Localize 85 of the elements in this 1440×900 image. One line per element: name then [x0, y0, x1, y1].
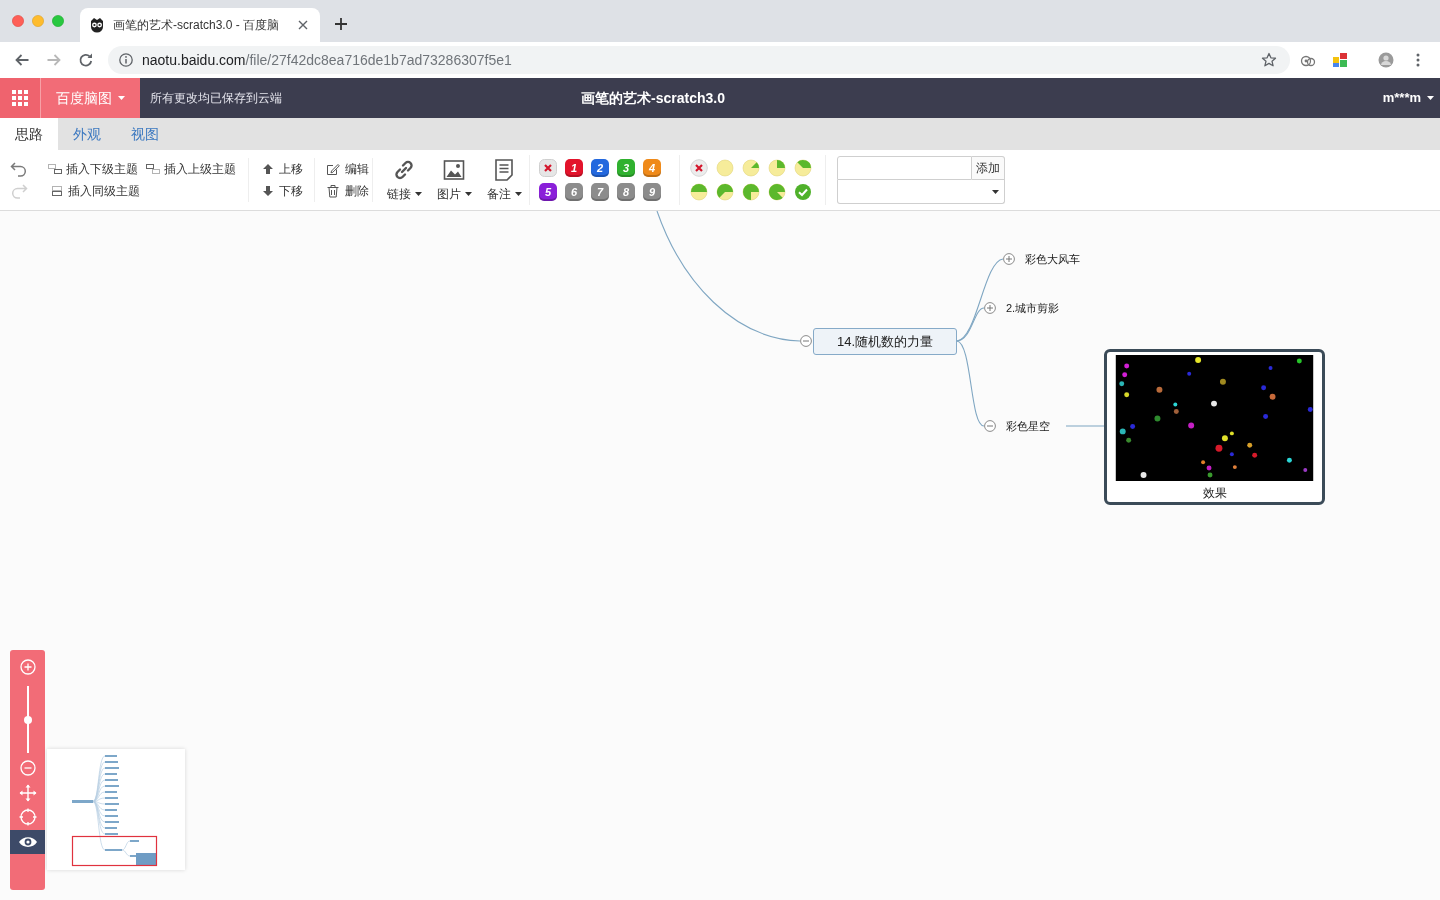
target-icon[interactable]	[18, 808, 37, 826]
topic-boxes-icon	[48, 164, 62, 174]
star-icon[interactable]	[1261, 52, 1277, 68]
topic-boxes-icon	[50, 186, 64, 196]
image-node[interactable]: 效果	[1104, 349, 1325, 505]
progress-pie-icon[interactable]	[742, 159, 760, 177]
expand-icon[interactable]	[984, 302, 996, 314]
grid-icon	[12, 90, 28, 106]
maximize-window-icon[interactable]	[52, 15, 64, 27]
minimize-window-icon[interactable]	[32, 15, 44, 27]
edit-button[interactable]: 编辑	[326, 158, 372, 180]
connector-line	[1065, 425, 1105, 427]
caret-icon	[1427, 96, 1434, 100]
caret-icon	[118, 96, 125, 100]
collapse-icon[interactable]	[984, 420, 996, 432]
arrow-down-icon	[262, 185, 274, 197]
progress-pie-icon[interactable]	[768, 183, 786, 201]
image-button[interactable]: 图片	[429, 157, 479, 203]
address-bar[interactable]: naotu.baidu.com/file/27f42dc8ea716de1b7ad73286307f5e1	[108, 46, 1290, 74]
minimap-toggle-button[interactable]	[10, 830, 45, 854]
back-icon[interactable]	[14, 52, 30, 68]
progress-pie-icon[interactable]	[716, 183, 734, 201]
subtopic-node[interactable]: 彩色大风车	[1025, 251, 1080, 267]
reload-icon[interactable]	[78, 52, 94, 68]
caret-icon	[514, 191, 522, 196]
caret-icon	[464, 191, 472, 196]
slider-thumb[interactable]	[23, 715, 32, 724]
tab[interactable]: 外观	[58, 118, 116, 150]
priority-button[interactable]: 2	[591, 159, 609, 177]
undo-icon[interactable]	[10, 161, 28, 177]
subtopic-node[interactable]: 彩色星空	[1006, 418, 1050, 434]
clear-icon[interactable]	[539, 159, 557, 177]
insert-parent-button[interactable]: 插入上级主题	[146, 160, 236, 178]
info-icon[interactable]	[119, 53, 133, 67]
progress-pie-icon[interactable]	[794, 159, 812, 177]
move-up-button[interactable]: 上移	[262, 158, 314, 180]
trash-icon	[326, 184, 340, 198]
move-arrows-icon[interactable]	[18, 784, 37, 802]
document-title: 画笔的艺术-scratch3.0	[581, 88, 725, 108]
tab[interactable]: 视图	[116, 118, 174, 150]
collapse-icon[interactable]	[800, 335, 812, 347]
insert-child-button[interactable]: 插入下级主题	[48, 160, 138, 178]
clear-icon[interactable]	[690, 159, 708, 177]
zoom-slider[interactable]	[23, 686, 32, 753]
link-button[interactable]: 链接	[379, 157, 429, 203]
zoom-out-icon[interactable]	[19, 760, 36, 776]
priority-button[interactable]: 5	[539, 183, 557, 201]
tag-select[interactable]	[837, 180, 1005, 204]
priority-button[interactable]: 1	[565, 159, 583, 177]
progress-pie-icon[interactable]	[768, 159, 786, 177]
save-status: 所有更改均已保存到云端	[150, 90, 282, 107]
note-button[interactable]: 备注	[479, 157, 529, 203]
close-icon[interactable]	[298, 20, 308, 30]
picture-icon	[442, 157, 466, 182]
move-down-button[interactable]: 下移	[262, 180, 314, 202]
add-button[interactable]: 添加	[972, 156, 1005, 180]
insert-sibling-button[interactable]: 插入同级主题	[50, 182, 140, 200]
browser-tab[interactable]: 画笔的艺术-scratch3.0 - 百度脑	[80, 8, 320, 42]
progress-pie-icon[interactable]	[690, 183, 708, 201]
image-caption: 效果	[1202, 485, 1227, 502]
user-menu-button[interactable]: m***m	[1382, 88, 1434, 108]
menu-icon[interactable]	[1416, 53, 1420, 67]
caret-icon	[414, 191, 422, 196]
apps-button[interactable]	[0, 78, 40, 118]
owl-icon	[89, 17, 105, 33]
progress-pie-icon[interactable]	[742, 183, 760, 201]
pencil-icon	[326, 162, 340, 176]
color-tiles-icon[interactable]	[1332, 52, 1348, 68]
topic-node[interactable]: 14.随机数的力量	[813, 328, 957, 355]
plus-icon[interactable]	[334, 17, 348, 31]
topic-boxes-icon	[146, 164, 160, 174]
subtopic-node[interactable]: 2.城市剪影	[1006, 300, 1060, 316]
eye-icon	[17, 836, 38, 848]
zoom-in-icon[interactable]	[19, 659, 36, 675]
close-window-icon[interactable]	[12, 15, 24, 27]
document-icon	[492, 157, 516, 182]
tab[interactable]: 思路	[0, 118, 58, 150]
tag-input[interactable]	[837, 156, 972, 180]
arrow-up-icon	[262, 163, 274, 175]
profile-icon[interactable]	[1378, 52, 1394, 68]
url-text: naotu.baidu.com/file/27f42dc8ea716de1b7ad73286307f5e1	[142, 50, 512, 70]
expand-icon[interactable]	[1003, 253, 1015, 265]
delete-button[interactable]: 删除	[326, 180, 372, 202]
caret-icon	[992, 189, 999, 194]
check-icon[interactable]	[794, 183, 812, 201]
